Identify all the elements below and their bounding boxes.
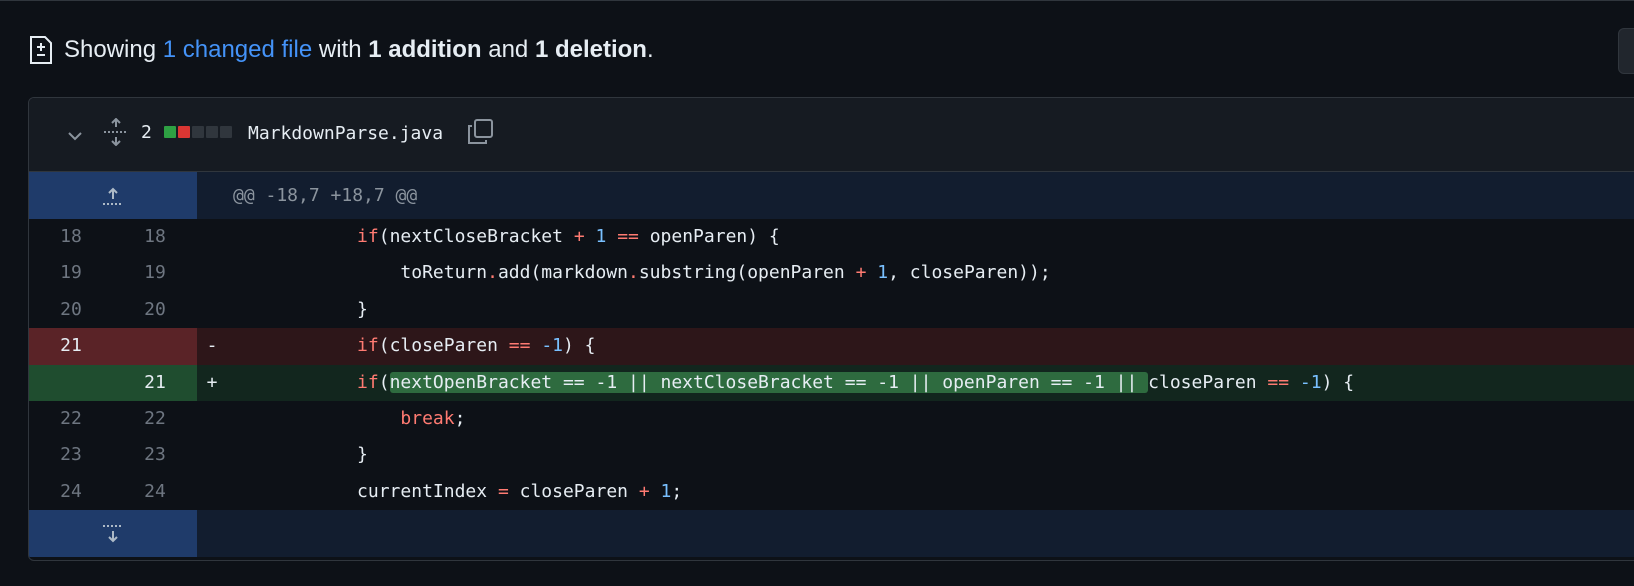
stat-block-add [164,126,176,138]
hunk-footer-row [29,510,1634,558]
code-line: if(nextCloseBracket + 1 == openParen) { [357,226,780,247]
old-line-number[interactable]: 23 [29,437,113,473]
changed-files-link[interactable]: 1 changed file [163,36,312,64]
diff-sign [197,437,227,473]
new-line-number[interactable]: 19 [113,255,197,291]
stat-block-del [178,126,190,138]
change-count: 2 [141,122,152,143]
deletions-count: 1 deletion [534,36,647,63]
additions-count: 1 addition [368,36,482,63]
old-line-number[interactable]: 19 [29,255,113,291]
file-diff-icon [28,35,54,65]
deleted-line: 21 - if(closeParen == -1) { [29,328,1634,365]
summary-with: with [312,36,369,63]
expand-down-icon[interactable] [29,510,197,558]
diff-sign: + [206,371,218,393]
diff-sign [197,292,227,328]
code-line: currentIndex = closeParen + 1; [357,480,683,502]
new-line-number[interactable] [113,328,197,365]
diff-line: 24 24 currentIndex = closeParen + 1; [29,474,1634,510]
code-line: if(closeParen == -1) { [357,335,596,357]
diff-line: 19 19 toReturn.add(markdown.substring(op… [29,255,1634,291]
file-header: 2 MarkdownParse.java [29,98,1634,172]
file-diff: 2 MarkdownParse.java @@ -18,7 +18,7 @@ 1… [28,97,1634,561]
diff-sign: - [206,335,218,357]
chevron-down-icon[interactable] [65,126,85,146]
added-text-highlight: nextOpenBracket == -1 || nextCloseBracke… [389,371,1149,393]
hunk-header: @@ -18,7 +18,7 @@ [233,185,418,206]
diff-sign [197,474,227,510]
diff-line: 18 18 if(nextCloseBracket + 1 == openPar… [29,219,1634,255]
added-line: 21 + if(nextOpenBracket == -1 || nextClo… [29,364,1634,401]
stat-block-neutral [206,126,218,138]
diff-line: 20 20 } [29,292,1634,328]
diff-table: @@ -18,7 +18,7 @@ 18 18 if(nextCloseBrac… [29,172,1634,558]
old-line-number[interactable]: 18 [29,219,113,255]
old-line-number[interactable] [29,364,113,401]
code-line: } [357,298,368,320]
top-border [0,0,1634,1]
stat-block-neutral [192,126,204,138]
stat-block-neutral [220,126,232,138]
code-line: break; [400,407,466,429]
diff-sign [197,219,227,255]
old-line-number[interactable]: 24 [29,474,113,510]
new-line-number[interactable]: 21 [113,364,197,401]
copy-icon[interactable] [466,118,494,146]
new-line-number[interactable]: 18 [113,219,197,255]
code-line: if(nextOpenBracket == -1 || nextCloseBra… [357,371,1355,393]
diff-summary: Showing 1 changed file with 1 addition a… [28,30,654,70]
new-line-number[interactable]: 22 [113,401,197,437]
expand-up-icon[interactable] [29,172,197,219]
expand-all-icon[interactable] [103,117,129,147]
diff-sign [197,401,227,437]
code-line: toReturn.add(markdown.substring(openPare… [400,262,1051,284]
new-line-number[interactable]: 20 [113,292,197,328]
summary-period: . [646,36,654,63]
summary-and: and [481,36,535,63]
old-line-number[interactable]: 21 [29,328,113,365]
new-line-number[interactable]: 24 [113,474,197,510]
summary-showing: Showing [64,36,163,63]
hunk-header-row: @@ -18,7 +18,7 @@ [29,172,1634,219]
diff-settings-button[interactable] [1618,28,1634,74]
new-line-number[interactable]: 23 [113,437,197,473]
code-line: } [357,444,368,466]
diff-sign [197,255,227,291]
diff-line: 23 23 } [29,437,1634,473]
diff-stat-blocks [164,126,232,138]
old-line-number[interactable]: 22 [29,401,113,437]
file-name[interactable]: MarkdownParse.java [248,123,443,144]
old-line-number[interactable]: 20 [29,292,113,328]
diff-line: 22 22 break; [29,401,1634,437]
